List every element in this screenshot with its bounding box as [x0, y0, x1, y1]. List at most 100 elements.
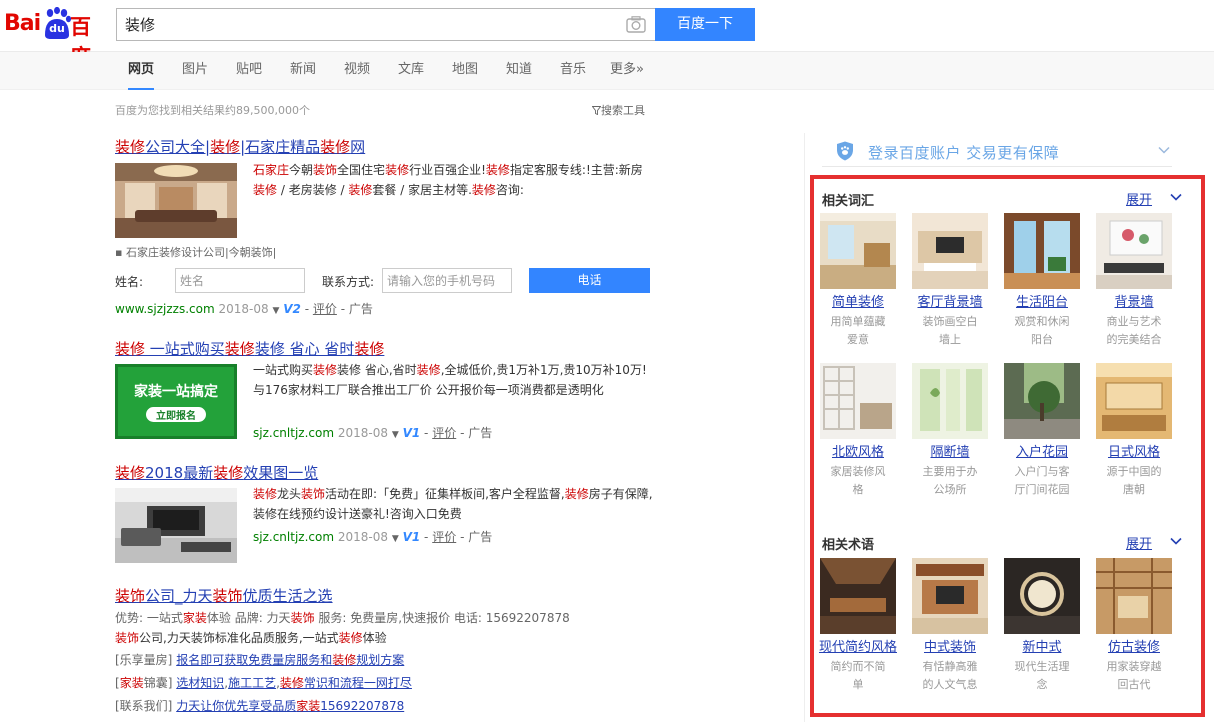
result-description: 石家庄今朝装饰全国住宅装修行业百强企业!装修指定客服专线:!主营:新房装修 / … — [253, 163, 643, 197]
card-name[interactable]: 生活阳台 — [1000, 293, 1084, 313]
result-thumbnail[interactable] — [115, 163, 237, 238]
result-url[interactable]: sjz.cnltjz.com — [253, 426, 334, 440]
card-thumbnail[interactable] — [1096, 558, 1172, 634]
tab-news[interactable]: 新闻 — [290, 52, 316, 90]
related-card[interactable]: 中式装饰 有恬静高雅的人文气息 — [908, 558, 992, 694]
search-input[interactable] — [125, 9, 615, 40]
result-date: 2018-08 — [218, 302, 269, 316]
card-desc: 有恬静高雅的人文气息 — [922, 660, 978, 691]
result-title[interactable]: 装饰公司_力天装饰优质生活之选 — [115, 585, 333, 606]
banner-signup: 立即报名 — [146, 407, 206, 422]
related-card[interactable]: 新中式 现代生活理念 — [1000, 558, 1084, 694]
login-banner[interactable]: 登录百度账户 交易更有保障 — [822, 134, 1172, 167]
tab-more[interactable]: 更多» — [610, 52, 644, 90]
card-name[interactable]: 背景墙 — [1092, 293, 1176, 313]
related-card[interactable]: 仿古装修 用家装穿越回古代 — [1092, 558, 1176, 694]
search-result-1: 装修公司大全|装修|石家庄精品装修网 石家庄今朝装饰全国住宅装修行业百强企业!装… — [115, 136, 660, 316]
card-thumbnail[interactable] — [820, 213, 896, 289]
card-name[interactable]: 中式装饰 — [908, 638, 992, 658]
tab-map[interactable]: 地图 — [452, 52, 478, 90]
result-title[interactable]: 装修2018最新装修效果图一览 — [115, 462, 318, 483]
result-date: 2018-08 — [337, 530, 388, 544]
chevron-down-icon[interactable] — [1170, 536, 1182, 546]
result-ad-banner[interactable]: 家装一站搞定 立即报名 — [115, 364, 237, 439]
card-name[interactable]: 现代简约风格 — [816, 638, 900, 658]
result-sitelink-line: [乐享量房] 报名即可获取免费量房服务和装修规划方案 — [115, 653, 405, 667]
tab-web[interactable]: 网页 — [128, 52, 155, 90]
call-button[interactable]: 电话 — [529, 268, 650, 293]
chevron-down-icon[interactable] — [1170, 192, 1182, 202]
eval-link[interactable]: 评价 — [432, 426, 456, 440]
card-thumbnail[interactable] — [912, 558, 988, 634]
dropdown-arrow-icon[interactable]: ▼ — [392, 534, 399, 544]
card-thumbnail[interactable] — [820, 558, 896, 634]
card-thumbnail[interactable] — [1004, 558, 1080, 634]
result-url-line: sjz.cnltjz.com 2018-08 ▼ V1 - 评价 - 广告 — [253, 530, 493, 544]
related-card[interactable]: 隔断墙 主要用于办公场所 — [908, 363, 992, 499]
search-button[interactable]: 百度一下 — [655, 8, 755, 41]
related-terms-expand[interactable]: 展开 — [1126, 533, 1152, 552]
card-thumbnail[interactable] — [1004, 213, 1080, 289]
v-badge[interactable]: V1 — [403, 426, 421, 440]
card-thumbnail[interactable] — [1096, 363, 1172, 439]
result-url[interactable]: sjz.cnltjz.com — [253, 530, 334, 544]
card-thumbnail[interactable] — [1096, 213, 1172, 289]
name-input[interactable] — [175, 268, 305, 293]
card-name[interactable]: 仿古装修 — [1092, 638, 1176, 658]
result-summary-line: 装饰公司,力天装饰标准化品质服务,一站式装修体验 — [115, 631, 387, 645]
related-card[interactable]: 北欧风格 家居装修风格 — [816, 363, 900, 499]
card-desc: 用简单蕴藏爱意 — [830, 315, 886, 346]
related-card[interactable]: 简单装修 用简单蕴藏爱意 — [816, 213, 900, 349]
ad-label: 广告 — [468, 426, 493, 440]
tab-tieba[interactable]: 贴吧 — [236, 52, 262, 90]
tab-zhidao[interactable]: 知道 — [506, 52, 532, 90]
related-card[interactable]: 客厅背景墙 装饰画空白墙上 — [908, 213, 992, 349]
result-url[interactable]: www.sjzjzzs.com — [115, 302, 215, 316]
phone-input[interactable] — [382, 268, 512, 293]
sitelink-knowledge[interactable]: 装修常识和流程一网打尽 — [280, 676, 412, 690]
eval-link[interactable]: 评价 — [313, 302, 337, 316]
card-name[interactable]: 入户花园 — [1000, 443, 1084, 463]
card-thumbnail[interactable] — [1004, 363, 1080, 439]
result-title[interactable]: 装修公司大全|装修|石家庄精品装修网 — [115, 136, 365, 157]
related-card[interactable]: 现代简约风格 简约而不简单 — [816, 558, 900, 694]
result-thumbnail[interactable] — [115, 488, 237, 563]
card-thumbnail[interactable] — [820, 363, 896, 439]
search-tools[interactable]: 搜索工具 — [591, 102, 645, 118]
sitelink-materials[interactable]: 选材知识 — [176, 676, 224, 690]
card-name[interactable]: 北欧风格 — [816, 443, 900, 463]
chevron-down-icon[interactable] — [1158, 145, 1170, 155]
result-sitelink-line: [家装锦囊] 选材知识,施工工艺,装修常识和流程一网打尽 — [115, 676, 412, 690]
v-badge[interactable]: V1 — [403, 530, 421, 544]
tab-wenku[interactable]: 文库 — [398, 52, 424, 90]
sitelink-contact[interactable]: 力天让你优先享受品质家装15692207878 — [176, 699, 404, 713]
tab-images[interactable]: 图片 — [182, 52, 208, 90]
baidu-logo[interactable]: Bai du 百度 — [4, 5, 108, 69]
tab-music[interactable]: 音乐 — [560, 52, 586, 90]
result-title[interactable]: 装修 一站式购买装修装修 省心 省时装修 — [115, 338, 384, 359]
card-thumbnail[interactable] — [912, 363, 988, 439]
sitelink-process[interactable]: 施工工艺 — [228, 676, 276, 690]
card-name[interactable]: 日式风格 — [1092, 443, 1176, 463]
dropdown-arrow-icon[interactable]: ▼ — [392, 430, 399, 440]
related-card[interactable]: 日式风格 源于中国的唐朝 — [1092, 363, 1176, 499]
card-thumbnail[interactable] — [912, 213, 988, 289]
sitelink-free-measure[interactable]: 报名即可获取免费量房服务和装修规划方案 — [176, 653, 404, 667]
related-card[interactable]: 入户花园 入户门与客厅门间花园 — [1000, 363, 1084, 499]
related-vocab-expand[interactable]: 展开 — [1126, 189, 1152, 208]
related-card[interactable]: 生活阳台 观赏和休闲阳台 — [1000, 213, 1084, 349]
card-name[interactable]: 客厅背景墙 — [908, 293, 992, 313]
v-badge[interactable]: V2 — [283, 302, 301, 316]
card-desc: 用家装穿越回古代 — [1106, 660, 1162, 691]
card-name[interactable]: 新中式 — [1000, 638, 1084, 658]
dropdown-arrow-icon[interactable]: ▼ — [272, 306, 279, 316]
card-name[interactable]: 简单装修 — [816, 293, 900, 313]
related-card[interactable]: 背景墙 商业与艺术的完美结合 — [1092, 213, 1176, 349]
camera-icon[interactable] — [626, 16, 646, 33]
result-subline[interactable]: ▪ 石家庄装修设计公司|今朝装饰| — [115, 244, 276, 260]
result-description: 一站式购买装修装修 省心,省时装修,全城低价,贵1万补1万,贵10万补10万!与… — [253, 363, 647, 397]
eval-link[interactable]: 评价 — [432, 530, 456, 544]
card-name[interactable]: 隔断墙 — [908, 443, 992, 463]
result-sitelink-line: [联系我们] 力天让你优先享受品质家装15692207878 — [115, 699, 405, 713]
tab-video[interactable]: 视频 — [344, 52, 370, 90]
